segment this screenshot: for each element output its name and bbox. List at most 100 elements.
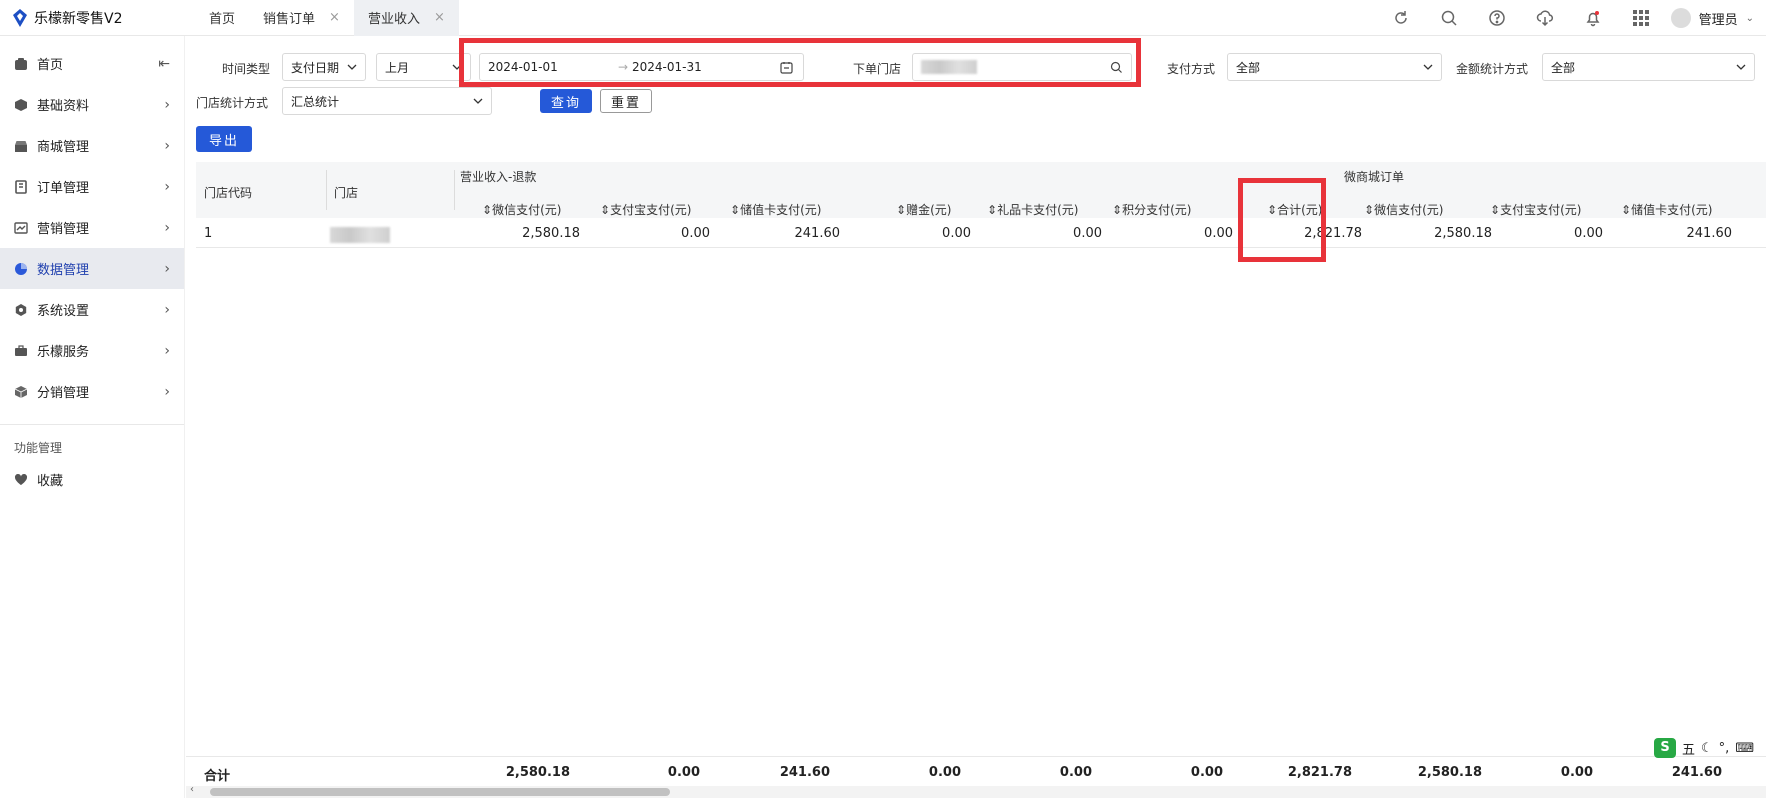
sogou-ime-icon[interactable]: S xyxy=(1654,738,1676,758)
collapse-sidebar-icon[interactable]: ⇤ xyxy=(158,56,170,72)
query-button[interactable]: 查询 xyxy=(540,89,592,113)
sidebar-item-basic-data[interactable]: 基础资料 › xyxy=(0,84,184,125)
sidebar-item-favorites[interactable]: 收藏 xyxy=(0,459,184,500)
cell-store-code: 1 xyxy=(204,226,213,241)
briefcase-icon xyxy=(15,344,27,356)
avatar xyxy=(1670,8,1691,28)
bell-icon[interactable] xyxy=(1569,9,1617,27)
ime-toolbar[interactable]: S 五 ☾ °, ⌨ xyxy=(1654,738,1754,758)
chevron-right-icon: › xyxy=(164,342,170,359)
box-icon xyxy=(14,385,28,398)
table-row[interactable]: 1 2,580.18 0.00 241.60 0.00 0.00 0.00 2,… xyxy=(196,218,1766,248)
footer-value: 2,821.78 xyxy=(1287,765,1352,780)
tab-home[interactable]: 首页 xyxy=(195,0,249,36)
reset-button[interactable]: 重置 xyxy=(600,89,652,113)
sidebar-item-distribution[interactable]: 分销管理 › xyxy=(0,371,184,412)
column-header-wechat[interactable]: ⇕微信支付(元) xyxy=(482,201,561,218)
sidebar-item-service[interactable]: 乐檬服务 › xyxy=(0,330,184,371)
table-footer-totals: 合计 2,580.18 0.00 241.60 0.00 0.00 0.00 2… xyxy=(186,756,1766,786)
sidebar-item-label: 收藏 xyxy=(37,474,64,489)
sidebar-section-title: 功能管理 xyxy=(14,441,63,455)
table-header-group-row xyxy=(196,162,1766,188)
column-header-points[interactable]: ⇕积分支付(元) xyxy=(1112,201,1191,218)
period-select[interactable]: 上月 xyxy=(376,53,471,81)
apps-grid-icon[interactable] xyxy=(1617,9,1665,27)
sidebar-item-mall[interactable]: 商城管理 › xyxy=(0,125,184,166)
search-icon[interactable] xyxy=(1425,9,1473,27)
sidebar-item-label: 首页 xyxy=(37,58,64,73)
tab-bar: 首页 销售订单 × 营业收入 × xyxy=(195,0,459,36)
tab-revenue[interactable]: 营业收入 × xyxy=(353,0,459,36)
column-header-stored-card[interactable]: ⇕储值卡支付(元) xyxy=(730,201,821,218)
sidebar-item-label: 数据管理 xyxy=(37,263,90,278)
sidebar-item-label: 订单管理 xyxy=(37,181,90,196)
app-root: 乐檬新零售V2 首页 销售订单 × 营业收入 × 管理员 ⌄ 首页 ⇤ 基础资料… xyxy=(0,0,1766,798)
scroll-left-icon[interactable]: ‹ xyxy=(190,784,194,795)
cell-value: 2,580.18 xyxy=(1434,226,1492,241)
moon-icon: ☾ xyxy=(1701,740,1713,756)
shop-icon xyxy=(15,140,27,152)
footer-value: 0.00 xyxy=(1560,765,1593,780)
sidebar-item-label: 乐檬服务 xyxy=(37,345,90,360)
chevron-down-icon xyxy=(347,64,357,70)
time-type-select[interactable]: 支付日期 xyxy=(282,53,366,81)
help-icon[interactable] xyxy=(1473,9,1521,27)
column-header-alipay[interactable]: ⇕支付宝支付(元) xyxy=(600,201,691,218)
tab-label: 营业收入 xyxy=(367,12,420,27)
column-header-mall-wechat[interactable]: ⇕微信支付(元) xyxy=(1364,201,1443,218)
cell-value: 241.60 xyxy=(1686,226,1733,241)
cloud-download-icon[interactable] xyxy=(1521,9,1569,27)
export-button[interactable]: 导出 xyxy=(196,126,252,152)
user-menu[interactable]: 管理员 ⌄ xyxy=(1665,8,1766,28)
chevron-right-icon: › xyxy=(164,219,170,236)
sidebar-item-label: 基础资料 xyxy=(37,99,90,114)
payment-select[interactable]: 全部 xyxy=(1227,53,1442,81)
footer-value: 0.00 xyxy=(667,765,700,780)
tab-sales-orders[interactable]: 销售订单 × xyxy=(249,0,354,36)
sidebar-item-label: 营销管理 xyxy=(37,222,90,237)
cell-value: 0.00 xyxy=(1204,226,1233,241)
column-header-store[interactable]: 门店 xyxy=(334,184,358,201)
tab-label: 首页 xyxy=(209,12,236,27)
sidebar-item-data[interactable]: 数据管理 › xyxy=(0,248,184,289)
sidebar-divider xyxy=(0,424,184,425)
sidebar-item-marketing[interactable]: 营销管理 › xyxy=(0,207,184,248)
order-icon xyxy=(15,179,27,194)
heart-icon xyxy=(14,473,28,485)
sidebar-item-label: 商城管理 xyxy=(37,140,90,155)
column-header-gift-card[interactable]: ⇕礼品卡支付(元) xyxy=(987,201,1078,218)
chevron-right-icon: › xyxy=(164,96,170,113)
brand[interactable]: 乐檬新零售V2 xyxy=(0,8,195,28)
user-name: 管理员 xyxy=(1698,12,1738,28)
home-icon xyxy=(15,57,27,70)
footer-value: 2,580.18 xyxy=(1417,765,1482,780)
chevron-right-icon: › xyxy=(164,383,170,400)
store-stat-select[interactable]: 汇总统计 xyxy=(282,87,492,115)
cell-value: 0.00 xyxy=(1574,226,1603,241)
column-header-mall-alipay[interactable]: ⇕支付宝支付(元) xyxy=(1490,201,1581,218)
scrollbar-thumb[interactable] xyxy=(210,788,670,796)
hexagon-icon xyxy=(15,303,27,316)
footer-value: 241.60 xyxy=(1671,765,1722,780)
sidebar-item-orders[interactable]: 订单管理 › xyxy=(0,166,184,207)
column-divider xyxy=(326,170,327,210)
column-header-bonus[interactable]: ⇕赠金(元) xyxy=(896,201,951,218)
horizontal-scrollbar[interactable]: ‹ xyxy=(186,784,1766,798)
close-icon[interactable]: × xyxy=(434,10,445,25)
ime-mode: 五 xyxy=(1682,742,1696,758)
amount-stat-label: 金额统计方式 xyxy=(1456,62,1529,76)
pie-chart-icon xyxy=(15,262,27,275)
amount-stat-select[interactable]: 全部 xyxy=(1542,53,1755,81)
cube-icon xyxy=(15,98,27,111)
column-header-mall-stored-card[interactable]: ⇕储值卡支付(元) xyxy=(1621,201,1712,218)
footer-value: 0.00 xyxy=(1059,765,1092,780)
column-header-store-code[interactable]: 门店代码 xyxy=(204,184,252,201)
sidebar-item-home[interactable]: 首页 ⇤ xyxy=(0,43,184,84)
sidebar: 首页 ⇤ 基础资料 › 商城管理 › 订单管理 › 营销管理 › 数据管理 › xyxy=(0,36,185,798)
select-value: 汇总统计 xyxy=(291,94,340,109)
chevron-down-icon: ⌄ xyxy=(1745,12,1754,24)
sidebar-item-settings[interactable]: 系统设置 › xyxy=(0,289,184,330)
highlight-box-total xyxy=(1238,178,1326,262)
close-icon[interactable]: × xyxy=(329,10,340,25)
refresh-icon[interactable] xyxy=(1377,9,1425,27)
